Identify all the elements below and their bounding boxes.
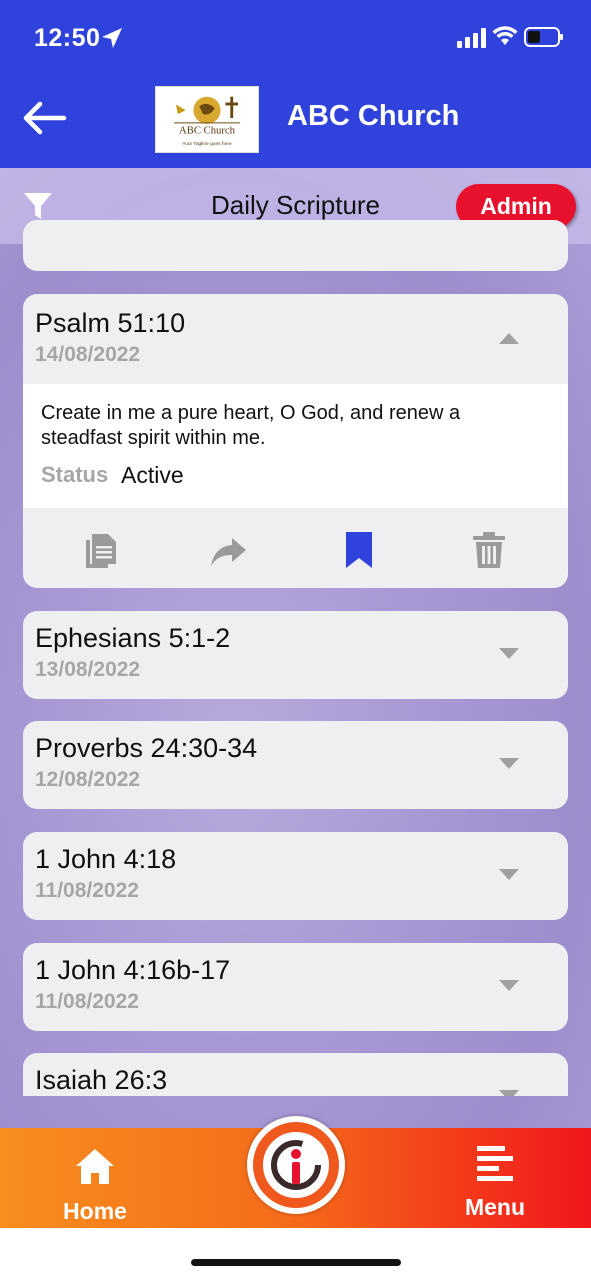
scripture-reference: 1 John 4:16b-17 — [35, 955, 231, 985]
scripture-reference: Isaiah 26:3 — [35, 1065, 168, 1095]
scripture-date: 13/08/2022 — [35, 658, 141, 681]
nav-home-label: Home — [63, 1198, 127, 1224]
status-value: Active — [121, 462, 184, 488]
home-icon — [76, 1149, 114, 1184]
cellular-signal-icon — [457, 28, 486, 48]
nav-menu-button[interactable]: Menu — [440, 1136, 550, 1224]
scripture-reference: Psalm 51:10 — [35, 308, 186, 338]
bookmark-icon[interactable] — [339, 530, 379, 570]
app-logo-button[interactable] — [247, 1116, 345, 1214]
chevron-down-icon[interactable] — [498, 757, 520, 771]
list-item[interactable]: Ephesians 5:1-2 13/08/2022 — [23, 611, 568, 699]
scripture-reference: 1 John 4:18 — [35, 844, 177, 874]
status-label: Status — [41, 462, 109, 487]
nav-menu-label: Menu — [464, 1194, 526, 1220]
chevron-down-icon[interactable] — [498, 1089, 520, 1096]
svg-text:Your Tagline goes here: Your Tagline goes here — [182, 141, 232, 147]
chevron-down-icon[interactable] — [498, 647, 520, 661]
scripture-body: Create in me a pure heart, O God, and re… — [23, 384, 568, 508]
nav-home-button[interactable]: Home — [40, 1136, 150, 1224]
scripture-date: 14/08/2022 — [35, 343, 141, 366]
status-bar: 12:50 — [0, 0, 591, 76]
back-arrow-icon[interactable] — [18, 98, 70, 138]
chevron-down-icon[interactable] — [498, 979, 520, 993]
location-arrow-icon — [102, 28, 122, 48]
status-time: 12:50 — [34, 24, 101, 52]
list-item[interactable]: Proverbs 24:30-34 12/08/2022 — [23, 721, 568, 809]
church-logo: ABC Church Your Tagline goes here — [155, 86, 259, 153]
menu-icon — [477, 1146, 513, 1181]
list-item-partial[interactable] — [23, 220, 568, 271]
battery-icon — [524, 27, 563, 47]
share-icon[interactable] — [208, 530, 248, 570]
trash-icon[interactable] — [469, 530, 509, 570]
page-title: ABC Church — [287, 100, 460, 132]
home-indicator — [191, 1259, 401, 1266]
list-item[interactable]: 1 John 4:16b-17 11/08/2022 — [23, 943, 568, 1031]
list-item[interactable]: Isaiah 26:3 — [23, 1053, 568, 1096]
wifi-icon — [492, 26, 518, 45]
scripture-date: 12/08/2022 — [35, 768, 141, 791]
scripture-reference: Ephesians 5:1-2 — [35, 623, 231, 653]
scripture-reference: Proverbs 24:30-34 — [35, 733, 258, 763]
chevron-up-icon[interactable] — [498, 331, 520, 345]
scripture-date: 11/08/2022 — [35, 879, 139, 902]
app-logo-icon — [253, 1122, 339, 1208]
scripture-date: 11/08/2022 — [35, 990, 139, 1013]
scripture-text: Create in me a pure heart, O God, and re… — [41, 402, 461, 449]
list-item[interactable]: 1 John 4:18 11/08/2022 — [23, 832, 568, 920]
svg-text:ABC Church: ABC Church — [179, 125, 236, 137]
scripture-card-expanded[interactable]: Psalm 51:10 14/08/2022 Create in me a pu… — [23, 294, 568, 588]
copy-icon[interactable] — [80, 530, 120, 570]
chevron-down-icon[interactable] — [498, 868, 520, 882]
app-header: 12:50 ABC Church Your Tagline goes here … — [0, 0, 591, 168]
